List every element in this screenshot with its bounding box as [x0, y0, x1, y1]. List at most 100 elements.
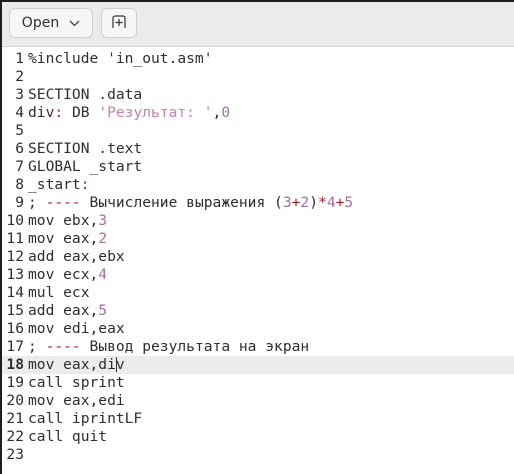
code-line[interactable]: 2: [2, 68, 514, 86]
line-number: 2: [15, 68, 24, 85]
open-label: Open: [21, 15, 60, 31]
code-line[interactable]: 8 _start:: [2, 176, 514, 194]
code-token: mov ebx,: [28, 212, 99, 229]
code-token: SECTION .data: [28, 86, 143, 103]
code-line[interactable]: 5: [2, 122, 514, 140]
code-token: SECTION .text: [28, 140, 143, 157]
code-line[interactable]: 13 mov ecx,4: [2, 266, 514, 284]
line-number: 21: [6, 410, 24, 427]
code-token: _start: [28, 176, 81, 193]
line-code: call sprint: [28, 374, 125, 392]
code-token: Вывод результата на экран: [80, 338, 310, 355]
code-line[interactable]: 6 SECTION .text: [2, 140, 514, 158]
code-token: add eax,ebx: [28, 248, 125, 265]
line-code: mul ecx: [28, 284, 90, 302]
code-token: mov edi,eax: [28, 320, 125, 337]
line-code: call quit: [28, 428, 107, 446]
code-token: GLOBAL _start: [28, 158, 143, 175]
code-token: call iprintLF: [28, 410, 143, 427]
line-code: %include 'in_out.asm': [28, 50, 213, 68]
line-number: 10: [6, 212, 24, 229]
code-token: ;: [28, 338, 46, 355]
code-line[interactable]: 16 mov edi,eax: [2, 320, 514, 338]
line-number: 15: [6, 302, 24, 319]
code-token: ----: [45, 194, 81, 211]
text-editor-window: Open 1 %include 'in_out.asm' 2 3 SECTION .da…: [2, 2, 514, 474]
code-token: ): [309, 194, 319, 211]
code-token: 0: [221, 104, 231, 121]
new-tab-icon: [112, 14, 126, 33]
code-line[interactable]: 9; ---- Вычисление выражения (3+2)*4+5: [2, 194, 514, 212]
code-line[interactable]: 10 mov ebx,3: [2, 212, 514, 230]
line-code: mov eax,edi: [28, 392, 125, 410]
line-number: 7: [15, 158, 24, 175]
code-token: 'Результат: ': [98, 104, 213, 121]
line-code: mov eax,div: [28, 356, 125, 374]
code-token: :: [54, 104, 64, 121]
line-number: 20: [6, 392, 24, 409]
code-editor[interactable]: 1 %include 'in_out.asm' 2 3 SECTION .data 4 di…: [2, 47, 514, 474]
code-token: DB: [63, 104, 99, 121]
chevron-down-icon: [69, 15, 80, 31]
code-token: mov eax,: [28, 230, 99, 247]
code-token: ----: [45, 338, 81, 355]
code-line[interactable]: 22 call quit: [2, 428, 514, 446]
code-line[interactable]: 19 call sprint: [2, 374, 514, 392]
line-number: 17: [6, 338, 24, 355]
code-line[interactable]: 21 call iprintLF: [2, 410, 514, 428]
line-number: 14: [6, 284, 24, 301]
line-number: 23: [6, 446, 24, 463]
code-token: mov ecx,: [28, 266, 99, 283]
code-line[interactable]: 1 %include 'in_out.asm': [2, 50, 514, 68]
code-token: add eax,: [28, 302, 99, 319]
line-number: 18: [6, 356, 24, 373]
code-token: 4: [326, 194, 336, 211]
code-line[interactable]: 18 mov eax,div: [2, 356, 514, 374]
line-code: mov ebx,3: [28, 212, 107, 230]
code-token: :: [80, 176, 90, 193]
code-token: ;: [28, 194, 46, 211]
code-line[interactable]: 20 mov eax,edi: [2, 392, 514, 410]
code-token: call sprint: [28, 374, 125, 391]
line-code: GLOBAL _start: [28, 158, 142, 176]
code-token: v: [115, 356, 125, 373]
code-token: mov eax,di: [28, 356, 116, 373]
line-number: 9: [15, 194, 24, 211]
code-token: 5: [344, 194, 354, 211]
line-code: add eax,ebx: [28, 248, 125, 266]
line-number: 4: [15, 104, 24, 121]
code-line[interactable]: 14 mul ecx: [2, 284, 514, 302]
code-line[interactable]: 17; ---- Вывод результата на экран: [2, 338, 514, 356]
code-token: mov eax,edi: [28, 392, 125, 409]
line-number: 3: [15, 86, 24, 103]
code-line[interactable]: 15 add eax,5: [2, 302, 514, 320]
line-code: mov ecx,4: [28, 266, 107, 284]
code-token: 5: [98, 302, 108, 319]
line-code: mov edi,eax: [28, 320, 125, 338]
new-tab-button[interactable]: [101, 8, 137, 38]
line-number: 1: [15, 50, 24, 67]
line-code: _start:: [28, 176, 90, 194]
line-code: SECTION .text: [28, 140, 142, 158]
code-token: 2: [300, 194, 310, 211]
code-token: Вычисление выражения (: [80, 194, 283, 211]
open-button[interactable]: Open: [9, 8, 93, 38]
code-token: *: [318, 194, 327, 211]
line-number: 6: [15, 140, 24, 157]
line-number: 12: [6, 248, 24, 265]
code-line[interactable]: 12 add eax,ebx: [2, 248, 514, 266]
code-token: call quit: [28, 428, 108, 445]
code-line[interactable]: 3 SECTION .data: [2, 86, 514, 104]
line-number: 5: [15, 122, 24, 139]
line-number: 8: [15, 176, 24, 193]
code-line[interactable]: 7 GLOBAL _start: [2, 158, 514, 176]
code-line[interactable]: 11 mov eax,2: [2, 230, 514, 248]
code-line[interactable]: 4 div: DB 'Результат: ',0: [2, 104, 514, 122]
code-token: mul ecx: [28, 284, 90, 301]
line-code: add eax,5: [28, 302, 107, 320]
code-token: 3: [282, 194, 292, 211]
code-line[interactable]: 23: [2, 446, 514, 464]
line-number: 11: [6, 230, 24, 247]
header-bar: Open: [2, 2, 514, 47]
line-number: 13: [6, 266, 24, 283]
